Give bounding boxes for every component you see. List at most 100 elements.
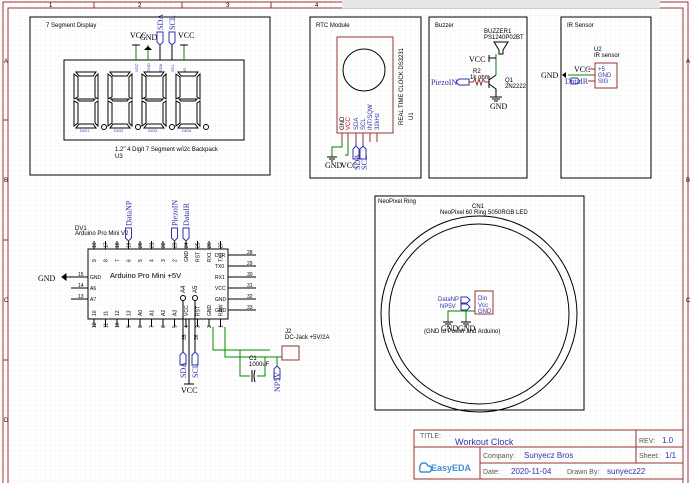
- part-name: IR sensor: [594, 53, 620, 59]
- pin-label: 25: [196, 242, 202, 248]
- net-label: SCL: [191, 363, 200, 378]
- pin-label: SIG: [598, 79, 609, 85]
- rev-value: 1.0: [662, 436, 674, 445]
- pin-label: SCL: [170, 63, 175, 72]
- pin-label: 7: [150, 325, 156, 328]
- pin-label: 11: [104, 311, 110, 316]
- easyeda-logo: EasyEDA: [431, 463, 472, 473]
- pin-label: SDA: [158, 63, 163, 72]
- pin-label: 21: [150, 242, 156, 248]
- section-title: RTC Module: [316, 23, 350, 29]
- pin-label: 12: [115, 310, 121, 316]
- pin-label: 8: [138, 325, 144, 328]
- net-label: PiezoIN: [431, 78, 457, 87]
- value-label: 1000uF: [249, 362, 270, 368]
- pin-label: 14: [78, 283, 84, 289]
- row-label: B: [4, 178, 8, 184]
- net-label: DataNP: [438, 297, 459, 303]
- pin-label: VCC: [184, 305, 190, 316]
- pin-label: VCC: [215, 286, 226, 292]
- pin-label: 15: [78, 272, 84, 278]
- pin-label: 12: [92, 322, 98, 328]
- pin-label: GND: [215, 297, 227, 303]
- net-label: SCL: [168, 15, 177, 30]
- pin-label: 23: [173, 242, 179, 248]
- title-label: TITLE:: [420, 433, 441, 440]
- pin-label: SDA: [354, 118, 360, 130]
- pin-label: 10: [92, 310, 98, 316]
- pin-label: 28: [247, 250, 253, 256]
- pin-label: 13: [78, 294, 84, 300]
- pin-label: 6: [161, 325, 167, 328]
- pin-label: 32kHz: [375, 113, 381, 130]
- ref-designator: U1: [409, 112, 415, 120]
- pin-label: 3: [196, 325, 202, 328]
- pin-label: 5: [173, 325, 179, 328]
- vcc-label: VCC: [574, 65, 590, 74]
- pin-label: 4: [150, 259, 156, 262]
- net-label: DataNP: [125, 200, 134, 226]
- net-label: VCC: [178, 31, 194, 40]
- gnd-label: GND: [490, 102, 508, 111]
- pin-label: 33: [247, 305, 253, 311]
- schematic-canvas[interactable]: 1 2 3 4 A B C D A B C 7 Segment Display …: [0, 0, 693, 483]
- pin-label: VCC: [346, 117, 352, 130]
- floating-toolbar[interactable]: [342, 0, 660, 9]
- company-value: Sunyecz Bros: [524, 451, 573, 460]
- net-label: GND: [325, 161, 343, 170]
- pin-label: RST: [196, 306, 202, 316]
- row-label: C: [686, 298, 691, 304]
- vcc-label: VCC: [469, 55, 485, 64]
- pin-label: 30: [247, 272, 253, 278]
- pin-label: A7: [90, 297, 96, 303]
- net-label: GND: [140, 33, 158, 42]
- pin-label: INT/SQW: [368, 104, 374, 130]
- pin-label: RST: [196, 252, 202, 262]
- pin-label: SCL: [361, 118, 367, 130]
- pin-label: 27: [219, 242, 225, 248]
- section-title: Buzzer: [435, 23, 454, 29]
- net-label: NP5V: [440, 304, 456, 310]
- pin-label: 6: [127, 259, 133, 262]
- pin-label: VCC: [134, 63, 139, 72]
- part-name: NeoPixel 60 Ring 5050RGB LED: [440, 210, 528, 216]
- row-label: C: [4, 298, 9, 304]
- pin-label: GND: [90, 275, 102, 281]
- pin-label: RAW: [219, 304, 225, 316]
- section-title: 7 Segment Display: [46, 23, 96, 29]
- net-label: PiezoIN: [171, 200, 180, 226]
- row-label: B: [686, 178, 690, 184]
- date-label: Date:: [483, 469, 500, 476]
- pin-label: 16: [92, 242, 98, 248]
- part-name: Arduino Pro Mini V2: [75, 231, 129, 237]
- pin-label: GND: [184, 251, 190, 263]
- pin-label: 29: [247, 261, 253, 267]
- pin-label: 18: [115, 242, 121, 248]
- title-value: Workout Clock: [455, 437, 514, 447]
- pin-label: 26: [207, 242, 213, 248]
- pin-label: A2: [161, 310, 167, 316]
- row-label: D: [4, 418, 9, 424]
- pin-label: IO: [182, 68, 187, 72]
- drawn-by-value: sunyecz22: [607, 467, 646, 476]
- pin-label: 22: [161, 242, 167, 248]
- row-label: A: [4, 59, 8, 65]
- section-title: NeoPixel Ring: [378, 199, 416, 205]
- section-title: IR Sensor: [567, 23, 594, 29]
- ref-designator: U3: [115, 154, 123, 160]
- pin-label: DTR: [215, 253, 226, 259]
- pin-label: 5: [138, 259, 144, 262]
- rev-label: REV:: [639, 438, 655, 445]
- part-name: 1.2" 4 Digit 7 Segment w/i2c Backpack: [115, 147, 219, 153]
- pin-label: GND: [146, 63, 151, 72]
- pin-label: GND: [478, 309, 492, 315]
- part-name: DC-Jack +5V/2A: [285, 335, 330, 341]
- drawn-by-label: Drawn By:: [567, 469, 599, 476]
- net-label: SCL: [360, 155, 369, 170]
- pin-label: 8: [104, 259, 110, 262]
- pin-label: TX0: [215, 264, 224, 270]
- pin-label: RX1: [215, 275, 225, 281]
- sheet-value: 1/1: [665, 451, 677, 460]
- pin-label: 13: [127, 310, 133, 316]
- pin-label: 2: [173, 259, 179, 262]
